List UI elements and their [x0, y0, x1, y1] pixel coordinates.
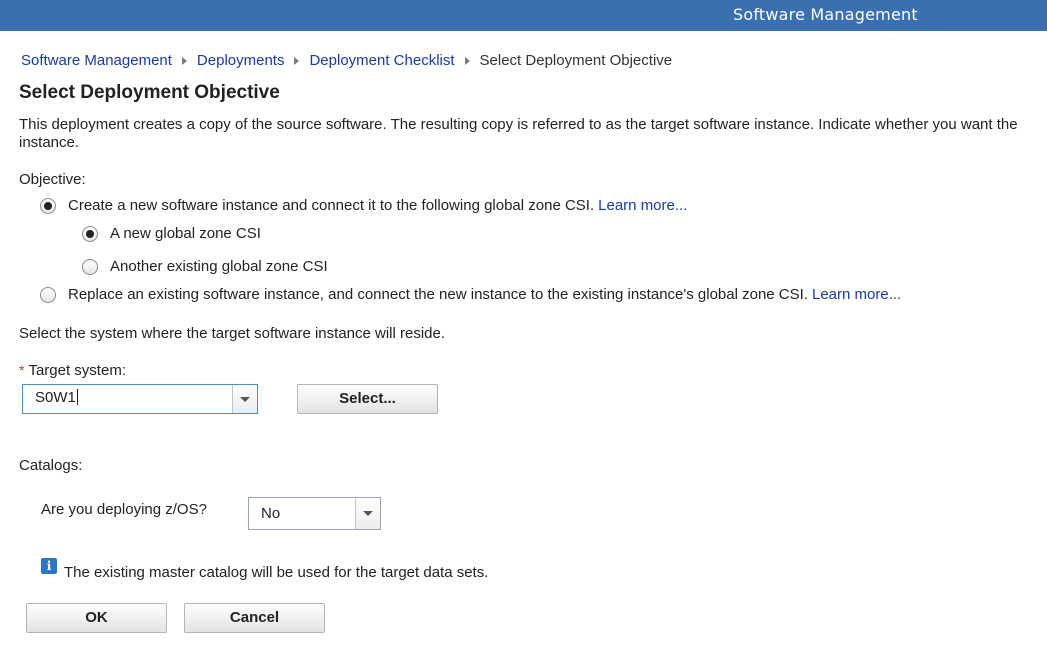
intro-line-1: This deployment creates a copy of the so…	[19, 116, 1018, 133]
objective-replace-option[interactable]: Replace an existing software instance, a…	[40, 286, 901, 303]
target-system-value: S0W1	[35, 389, 76, 406]
target-system-combobox[interactable]: S0W1	[22, 384, 258, 414]
objective-create-radio[interactable]	[40, 197, 56, 214]
catalogs-label: Catalogs:	[19, 457, 83, 474]
deploying-zos-dropdown-button[interactable]	[355, 498, 380, 529]
breadcrumb-deployments[interactable]: Deployments	[197, 52, 285, 69]
learn-more-create-link[interactable]: Learn more...	[598, 197, 687, 214]
deploying-zos-label: Are you deploying z/OS?	[41, 501, 207, 518]
breadcrumb-separator-icon	[294, 56, 300, 65]
breadcrumb: Software Management Deployments Deployment…	[21, 52, 672, 69]
required-icon: *	[19, 362, 25, 378]
deploying-zos-select[interactable]: No	[248, 497, 381, 530]
info-icon: i	[41, 558, 57, 574]
objective-label: Objective:	[19, 171, 86, 188]
breadcrumb-separator-icon	[464, 56, 470, 65]
deploying-zos-value: No	[261, 505, 281, 522]
breadcrumb-current: Select Deployment Objective	[479, 52, 673, 69]
existing-global-zone-csi-radio[interactable]	[82, 258, 98, 275]
new-global-zone-csi-radio[interactable]	[82, 225, 98, 242]
target-system-dropdown-button[interactable]	[232, 385, 257, 413]
ok-button[interactable]: OK	[26, 603, 167, 633]
objective-create-option[interactable]: Create a new software instance and conne…	[40, 197, 687, 214]
select-target-system-button[interactable]: Select...	[297, 384, 438, 414]
objective-create-label: Create a new software instance and conne…	[68, 197, 595, 214]
existing-global-zone-csi-label: Another existing global zone CSI	[110, 258, 328, 275]
breadcrumb-software-management[interactable]: Software Management	[21, 52, 172, 69]
breadcrumb-deployment-checklist[interactable]: Deployment Checklist	[309, 52, 454, 69]
target-system-label-row: * Target system:	[19, 362, 126, 379]
text-cursor	[76, 389, 78, 405]
top-header-bar: Software Management	[0, 0, 1047, 31]
catalog-info-text: The existing master catalog will be used…	[64, 564, 489, 581]
objective-replace-label: Replace an existing software instance, a…	[68, 286, 808, 303]
breadcrumb-separator-icon	[181, 56, 187, 65]
objective-replace-radio[interactable]	[40, 286, 56, 303]
page-title: Select Deployment Objective	[19, 82, 280, 103]
intro-text: This deployment creates a copy of the so…	[19, 116, 1047, 152]
target-instruction: Select the system where the target softw…	[19, 325, 446, 342]
new-global-zone-csi-option[interactable]: A new global zone CSI	[82, 225, 261, 242]
app-title: Software Management	[733, 5, 918, 24]
existing-global-zone-csi-option[interactable]: Another existing global zone CSI	[82, 258, 328, 275]
intro-line-2: instance.	[19, 134, 80, 151]
target-system-input[interactable]: S0W1	[23, 385, 232, 413]
chevron-down-icon	[240, 396, 250, 402]
target-system-label: Target system:	[28, 362, 126, 379]
cancel-button[interactable]: Cancel	[184, 603, 325, 633]
chevron-down-icon	[363, 511, 373, 516]
learn-more-replace-link[interactable]: Learn more...	[812, 286, 901, 303]
new-global-zone-csi-label: A new global zone CSI	[110, 225, 261, 242]
